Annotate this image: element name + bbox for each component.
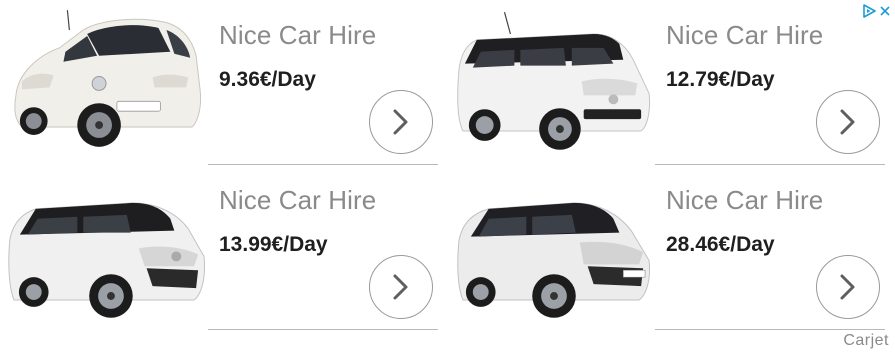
ad-card[interactable]: Nice Car Hire 12.79€/Day <box>447 0 894 165</box>
price-per-day[interactable]: 12.79€/Day <box>666 68 775 92</box>
ad-card[interactable]: Nice Car Hire 9.36€/Day <box>0 0 447 165</box>
open-ad-button[interactable] <box>369 90 433 154</box>
ad-text-area[interactable]: Nice Car Hire 9.36€/Day <box>208 0 438 165</box>
adchoices-badge[interactable] <box>862 4 891 18</box>
price-per-day[interactable]: 28.46€/Day <box>666 233 775 257</box>
white-mpv-black-roof-car-icon <box>457 12 651 150</box>
ad-card[interactable]: Nice Car Hire 28.46€/Day <box>447 165 894 330</box>
price-per-day[interactable]: 13.99€/Day <box>219 233 328 257</box>
car-image-large-suv[interactable] <box>455 169 653 323</box>
chevron-right-icon <box>393 109 408 135</box>
footer-brand-label[interactable]: Carjet <box>843 332 889 350</box>
open-ad-button[interactable] <box>369 255 433 319</box>
white-large-suv-car-icon <box>457 202 651 318</box>
car-image-compact-suv[interactable] <box>8 169 206 323</box>
ad-grid: Nice Car Hire 9.36€/Day Nice Car Hire 12… <box>0 0 895 354</box>
white-compact-suv-car-icon <box>8 202 205 318</box>
ad-text-area[interactable]: Nice Car Hire 28.46€/Day <box>655 165 885 330</box>
car-image-hatchback[interactable] <box>8 4 206 158</box>
close-x-icon[interactable] <box>879 5 891 17</box>
open-ad-button[interactable] <box>816 255 880 319</box>
ad-card[interactable]: Nice Car Hire 13.99€/Day <box>0 165 447 330</box>
open-ad-button[interactable] <box>816 90 880 154</box>
adchoices-triangle-icon[interactable] <box>862 4 876 18</box>
white-hatchback-car-icon <box>14 10 202 147</box>
advertiser-name[interactable]: Nice Car Hire <box>219 185 376 216</box>
chevron-right-icon <box>840 274 855 300</box>
ad-text-area[interactable]: Nice Car Hire 13.99€/Day <box>208 165 438 330</box>
car-image-mpv[interactable] <box>455 4 653 158</box>
chevron-right-icon <box>840 109 855 135</box>
advertiser-name[interactable]: Nice Car Hire <box>219 20 376 51</box>
ad-text-area[interactable]: Nice Car Hire 12.79€/Day <box>655 0 885 165</box>
chevron-right-icon <box>393 274 408 300</box>
advertiser-name[interactable]: Nice Car Hire <box>666 20 823 51</box>
price-per-day[interactable]: 9.36€/Day <box>219 68 316 92</box>
advertiser-name[interactable]: Nice Car Hire <box>666 185 823 216</box>
